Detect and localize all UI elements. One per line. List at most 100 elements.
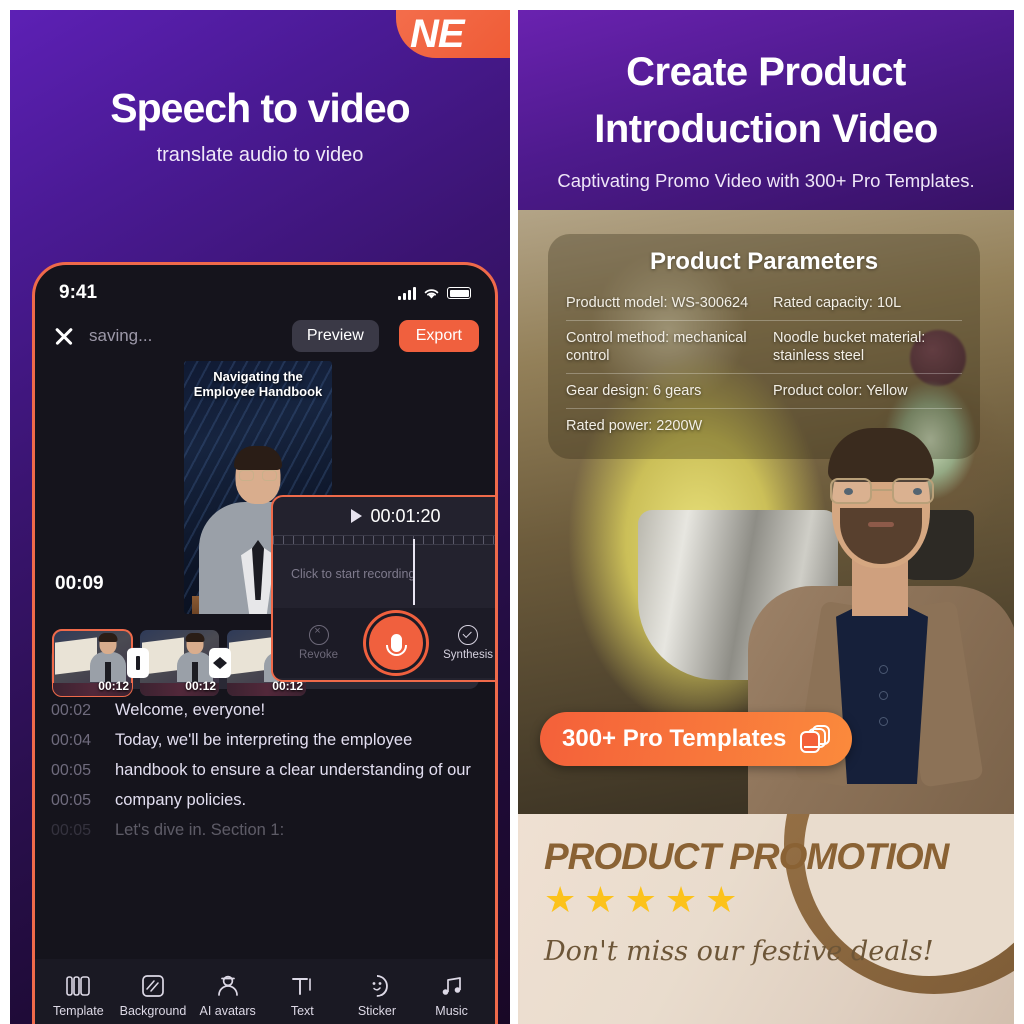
new-badge: NE xyxy=(396,10,510,58)
transcript-text: handbook to ensure a clear understanding… xyxy=(115,760,471,779)
pro-templates-badge[interactable]: 300+ Pro Templates xyxy=(540,712,853,766)
transcript-text: Today, we'll be interpreting the employe… xyxy=(115,730,413,749)
recording-time: 00:01:20 xyxy=(370,505,441,526)
clip-thumbnail[interactable]: 00:12 xyxy=(52,629,133,697)
record-button[interactable] xyxy=(366,613,426,673)
right-page-title: Create Product Introduction Video xyxy=(518,44,1014,158)
sticker-icon xyxy=(372,974,388,997)
shirt-button xyxy=(879,717,888,726)
tab-label: Music xyxy=(435,1003,468,1018)
recording-header: 00:01:20 xyxy=(273,497,495,535)
star-icon: ★ xyxy=(584,879,617,920)
clip-thumbnail[interactable]: 00:12 xyxy=(140,630,219,696)
star-icon: ★ xyxy=(624,879,657,920)
transcript-row[interactable]: 00:05 Let's dive in. Section 1: xyxy=(51,815,479,845)
star-icon: ★ xyxy=(705,879,738,920)
tab-ai-avatars[interactable]: AI avatars xyxy=(193,973,263,1018)
recording-actions: Revoke Synthesis xyxy=(273,608,495,678)
right-title-line-1: Create Product xyxy=(626,50,906,94)
rating-stars: ★ ★ ★ ★ ★ xyxy=(544,882,737,918)
param-cell: Noodle bucket material: stainless steel xyxy=(773,330,926,364)
editor-top-bar: saving... Preview Export xyxy=(35,311,495,361)
play-icon[interactable] xyxy=(351,509,363,523)
param-cell: Rated capacity: 10L xyxy=(773,295,902,311)
video-caption: Navigating the Employee Handbook xyxy=(184,369,332,399)
transcript-row[interactable]: 00:05 handbook to ensure a clear underst… xyxy=(51,755,479,785)
revoke-label: Revoke xyxy=(299,649,338,661)
screenshot-root: NE Speech to video translate audio to vi… xyxy=(0,0,1024,1024)
tab-background[interactable]: Background xyxy=(118,973,188,1018)
tab-template[interactable]: Template xyxy=(43,973,113,1018)
export-button[interactable]: Export xyxy=(398,320,479,352)
ai-avatar-icon xyxy=(217,975,238,996)
clip-split-handle[interactable] xyxy=(127,648,149,678)
star-icon: ★ xyxy=(544,879,577,920)
tab-text[interactable]: Text xyxy=(267,973,337,1018)
right-promo-panel: Create Product Introduction Video Captiv… xyxy=(518,10,1014,1024)
presenter-mouth xyxy=(868,522,894,527)
glasses-icon xyxy=(830,478,934,504)
transcript-list: 00:02 Welcome, everyone! 00:04 Today, we… xyxy=(51,695,479,845)
video-caption-line-2: Employee Handbook xyxy=(193,384,323,399)
clip-duration: 00:12 xyxy=(98,679,129,693)
status-bar: 9:41 xyxy=(35,265,495,311)
shirt-button xyxy=(879,691,888,700)
music-icon xyxy=(442,976,461,995)
phone-mockup: 9:41 saving... Preview Export Navigating… xyxy=(32,262,498,1024)
clip-timeline[interactable]: 00:12 00:12 00:12 xyxy=(52,629,306,697)
right-page-subtitle: Captivating Promo Video with 300+ Pro Te… xyxy=(557,170,975,191)
revoke-button[interactable]: Revoke xyxy=(299,623,338,661)
transcript-row[interactable]: 00:04 Today, we'll be interpreting the e… xyxy=(51,725,479,755)
param-cell: Control method: mechanical control xyxy=(566,330,747,364)
presenter-hair xyxy=(828,428,934,482)
tab-label: Background xyxy=(119,1003,187,1018)
page-subtitle: translate audio to video xyxy=(156,144,364,166)
recording-track[interactable]: Click to start recording xyxy=(273,539,495,608)
clip-avatar xyxy=(88,633,128,682)
left-promo-panel: NE Speech to video translate audio to vi… xyxy=(10,10,510,1024)
table-row: Productt model: WS-300624 Rated capacity… xyxy=(566,286,962,321)
playhead[interactable] xyxy=(413,539,415,605)
transcript-row[interactable]: 00:02 Welcome, everyone! xyxy=(51,695,479,725)
promo-title: PRODUCT PROMOTION xyxy=(544,836,949,877)
glasses-icon xyxy=(238,470,278,481)
avatar-hair xyxy=(234,446,282,470)
param-cell: Rated power: 2200W xyxy=(566,418,703,434)
transcript-text: Welcome, everyone! xyxy=(115,700,266,719)
table-row: Control method: mechanical control Noodl… xyxy=(566,321,962,374)
transcript-row[interactable]: 00:05 company policies. xyxy=(51,785,479,815)
shirt-button xyxy=(879,665,888,674)
status-time: 9:41 xyxy=(59,282,98,303)
star-icon: ★ xyxy=(664,879,698,920)
synthesis-label: Synthesis xyxy=(443,649,493,661)
battery-icon xyxy=(447,287,471,299)
product-video-mockup: Product Parameters Productt model: WS-30… xyxy=(518,210,1014,824)
param-cell: Gear design: 6 gears xyxy=(566,383,702,399)
right-title-line-2: Introduction Video xyxy=(594,107,938,151)
clip-trim-handle[interactable] xyxy=(209,648,231,678)
tab-music[interactable]: Music xyxy=(417,973,487,1018)
video-caption-line-1: Navigating the xyxy=(213,369,303,384)
microphone-icon xyxy=(385,634,407,656)
new-badge-label: NE xyxy=(410,12,465,56)
check-circle-icon xyxy=(458,625,479,645)
editor-tab-bar: Template Background AI avatars Text Stic… xyxy=(35,959,495,1024)
page-title: Speech to video xyxy=(110,85,410,131)
pro-templates-label: 300+ Pro Templates xyxy=(562,725,787,752)
revoke-circle-icon xyxy=(308,623,329,645)
presenter-polo-shirt xyxy=(836,594,928,784)
tab-label: Text xyxy=(290,1003,314,1018)
close-icon[interactable] xyxy=(51,323,77,349)
save-status-text: saving... xyxy=(89,326,153,345)
transcript-time: 00:04 xyxy=(51,731,92,749)
product-promotion-banner: PRODUCT PROMOTION ★ ★ ★ ★ ★ Don't miss o… xyxy=(518,814,1014,1024)
synthesis-button[interactable]: Synthesis xyxy=(443,625,493,661)
recording-ruler xyxy=(273,535,495,545)
transcript-time: 00:02 xyxy=(51,701,92,719)
transcript-text: Let's dive in. Section 1: xyxy=(115,820,285,839)
tab-sticker[interactable]: Sticker xyxy=(342,973,412,1018)
cellular-bars-icon xyxy=(398,286,416,300)
preview-button[interactable]: Preview xyxy=(291,320,379,352)
param-cell: Productt model: WS-300624 xyxy=(566,295,749,311)
background-icon xyxy=(142,974,164,997)
